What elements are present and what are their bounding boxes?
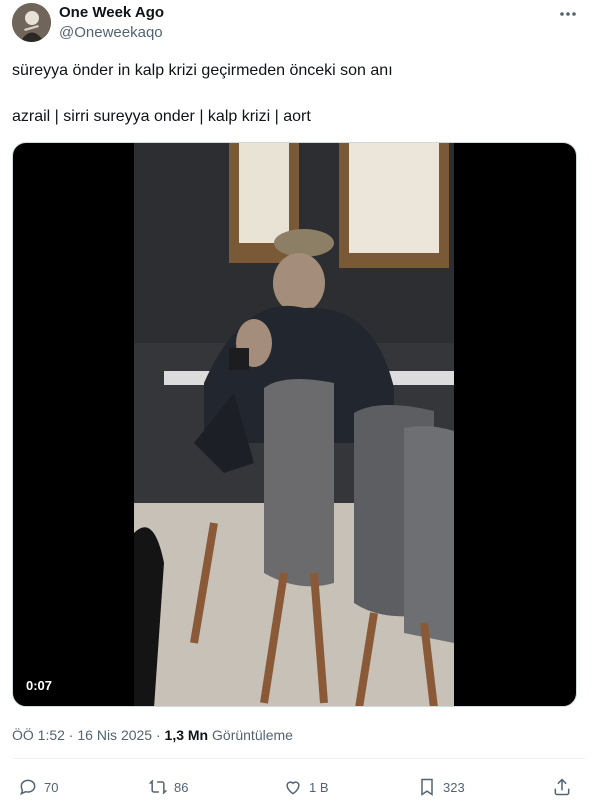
video-player[interactable]: 0:07 xyxy=(12,142,577,707)
tweet-date[interactable]: 16 Nis 2025 xyxy=(77,727,152,743)
author-display-name[interactable]: One Week Ago xyxy=(59,4,164,21)
like-icon xyxy=(286,781,300,795)
action-bar: 70 86 1 B 323 xyxy=(0,772,597,802)
video-duration: 0:07 xyxy=(21,675,58,696)
tweet-hashtags-text: azrail | sirri sureyya onder | kalp kriz… xyxy=(12,108,311,125)
repost-count: 86 xyxy=(174,779,189,795)
bookmark-button[interactable]: 323 xyxy=(417,772,465,802)
like-button[interactable]: 1 B xyxy=(283,772,329,802)
divider xyxy=(12,758,585,759)
share-icon xyxy=(554,778,570,796)
tweet-meta: ÖÖ 1:52 · 16 Nis 2025 · 1,3 Mn Görüntüle… xyxy=(12,727,293,743)
more-icon[interactable] xyxy=(557,4,579,24)
reply-icon xyxy=(20,779,36,796)
tweet-time[interactable]: ÖÖ 1:52 xyxy=(12,727,65,743)
tweet-text: süreyya önder in kalp krizi geçirmeden ö… xyxy=(12,62,393,79)
views-count: 1,3 Mn xyxy=(164,727,209,743)
views-label: Görüntüleme xyxy=(208,727,293,743)
author-handle[interactable]: @Oneweekaqo xyxy=(59,24,163,41)
reply-count: 70 xyxy=(44,779,59,795)
repost-button[interactable]: 86 xyxy=(148,772,188,802)
reply-button[interactable]: 70 xyxy=(18,772,58,802)
bookmark-count: 323 xyxy=(443,779,465,795)
like-count: 1 B xyxy=(309,779,329,795)
video-frame xyxy=(134,143,454,706)
repost-icon xyxy=(148,779,168,795)
avatar[interactable] xyxy=(12,3,51,42)
share-button[interactable] xyxy=(552,772,572,802)
bookmark-icon xyxy=(421,778,433,796)
